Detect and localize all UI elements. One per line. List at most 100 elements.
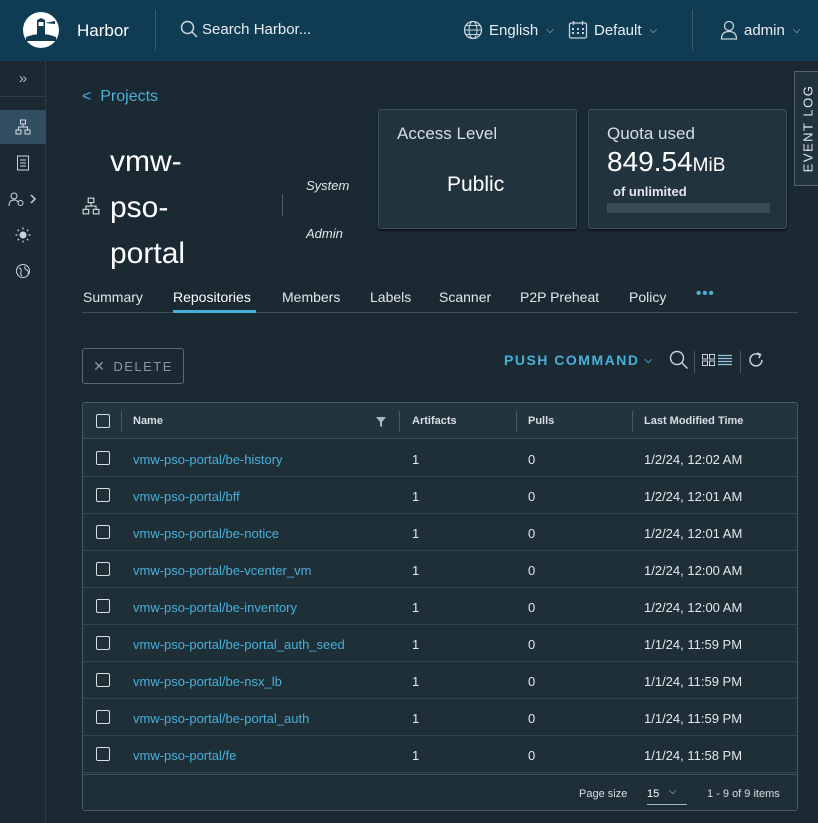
quota-title: Quota used xyxy=(607,124,695,143)
repository-name-link[interactable]: vmw-pso-portal/be-portal_auth_seed xyxy=(133,637,345,652)
project-name-line: portal xyxy=(110,237,186,270)
access-level-card: Access Level Public xyxy=(378,109,577,229)
tab-policy[interactable]: Policy xyxy=(629,289,666,305)
double-chevron-right-icon: » xyxy=(18,70,28,87)
last-modified-time: 1/2/24, 12:00 AM xyxy=(644,600,743,615)
row-checkbox[interactable] xyxy=(96,562,110,576)
search-icon[interactable] xyxy=(669,350,689,370)
pulls-count: 0 xyxy=(528,748,536,763)
artifacts-count: 1 xyxy=(412,452,420,467)
chevron-down-icon: ⌵ xyxy=(649,24,658,36)
sidebar-item-projects[interactable] xyxy=(0,110,46,144)
toolbar-divider xyxy=(740,351,741,373)
role-label: Admin xyxy=(306,226,343,241)
repository-name-link[interactable]: vmw-pso-portal/be-vcenter_vm xyxy=(133,563,311,578)
role-label: System xyxy=(306,178,350,193)
table-row: vmw-pso-portal/be-portal_auth 1 0 1/1/24, 1… xyxy=(83,699,797,736)
table-row: vmw-pso-portal/be-portal_auth_seed 1 0 1/1/… xyxy=(83,625,797,662)
sun-icon xyxy=(15,227,31,243)
row-checkbox[interactable] xyxy=(96,673,110,687)
pulls-count: 0 xyxy=(528,711,536,726)
breadcrumb[interactable]: < Projects xyxy=(82,88,158,106)
projects-icon xyxy=(15,119,31,135)
push-command-button[interactable]: PUSH COMMAND ⌵ xyxy=(504,352,654,368)
quota-card: Quota used 849.54MiB of unlimited xyxy=(588,109,787,229)
tab-p2p-preheat[interactable]: P2P Preheat xyxy=(520,289,599,305)
tabs-overflow-button[interactable]: ••• xyxy=(696,285,715,302)
column-header-artifacts[interactable]: Artifacts xyxy=(412,415,457,427)
tab-scanner[interactable]: Scanner xyxy=(439,289,491,305)
column-divider xyxy=(632,411,633,432)
column-divider xyxy=(516,411,517,432)
page-size-label: Page size xyxy=(579,788,628,800)
refresh-icon[interactable] xyxy=(747,351,765,369)
tab-summary[interactable]: Summary xyxy=(83,289,143,305)
table-footer: Page size 15 ⌵ 1 - 9 of 9 items xyxy=(83,774,797,810)
row-checkbox[interactable] xyxy=(96,636,110,650)
header-divider xyxy=(692,10,693,51)
table-row: vmw-pso-portal/be-notice 1 0 1/2/24, 12:01 … xyxy=(83,514,797,551)
row-checkbox[interactable] xyxy=(96,488,110,502)
pulls-count: 0 xyxy=(528,674,536,689)
table-header: Name Artifacts Pulls Last Modified Time xyxy=(83,403,797,439)
tab-members[interactable]: Members xyxy=(282,289,340,305)
last-modified-time: 1/1/24, 11:59 PM xyxy=(644,711,743,726)
sidebar-item-theme[interactable] xyxy=(0,218,46,252)
harbor-logo-icon[interactable] xyxy=(22,11,60,49)
pulls-count: 0 xyxy=(528,526,536,541)
app-header: Harbor Search Harbor... English ⌵ Defaul… xyxy=(0,0,818,61)
repository-name-link[interactable]: vmw-pso-portal/be-history xyxy=(133,452,283,467)
page-size-select[interactable]: 15 ⌵ xyxy=(647,785,687,805)
chevron-down-icon: ⌵ xyxy=(792,24,801,36)
table-row: vmw-pso-portal/fe 1 0 1/1/24, 11:58 PM xyxy=(83,736,797,773)
artifacts-count: 1 xyxy=(412,637,420,652)
select-all-checkbox[interactable] xyxy=(96,414,110,428)
tab-repositories[interactable]: Repositories xyxy=(173,289,251,305)
sidebar-collapse-button[interactable]: » xyxy=(0,61,46,97)
theme-selector[interactable]: Default ⌵ xyxy=(568,20,657,40)
repository-name-link[interactable]: vmw-pso-portal/be-notice xyxy=(133,526,279,541)
brand-name: Harbor xyxy=(77,21,129,40)
event-log-tab[interactable]: EVENT LOG xyxy=(794,71,818,186)
last-modified-time: 1/2/24, 12:02 AM xyxy=(644,452,743,467)
row-checkbox[interactable] xyxy=(96,599,110,613)
row-checkbox[interactable] xyxy=(96,451,110,465)
view-toggle-icon[interactable] xyxy=(702,354,733,366)
pulls-count: 0 xyxy=(528,637,536,652)
last-modified-time: 1/1/24, 11:58 PM xyxy=(644,748,743,763)
artifacts-count: 1 xyxy=(412,600,420,615)
delete-button[interactable]: ✕ DELETE xyxy=(82,348,184,384)
quota-amount: 849.54MiB xyxy=(607,146,725,178)
repository-name-link[interactable]: vmw-pso-portal/be-inventory xyxy=(133,600,297,615)
chevron-down-icon: ⌵ xyxy=(546,24,554,36)
repository-name-link[interactable]: vmw-pso-portal/be-portal_auth xyxy=(133,711,309,726)
close-icon: ✕ xyxy=(93,357,107,374)
last-modified-time: 1/2/24, 12:01 AM xyxy=(644,526,743,541)
search-input[interactable]: Search Harbor... xyxy=(202,21,311,38)
sidebar-item-administration[interactable] xyxy=(0,182,46,216)
table-row: vmw-pso-portal/be-vcenter_vm 1 0 1/2/24, 12… xyxy=(83,551,797,588)
quota-progress-bar xyxy=(607,203,770,213)
language-selector[interactable]: English ⌵ xyxy=(463,20,554,40)
api-globe-icon xyxy=(16,264,30,278)
artifacts-count: 1 xyxy=(412,526,420,541)
repository-name-link[interactable]: vmw-pso-portal/bff xyxy=(133,489,240,504)
globe-icon xyxy=(463,20,483,40)
sidebar-item-logs[interactable] xyxy=(0,146,46,180)
column-header-last-modified[interactable]: Last Modified Time xyxy=(644,415,743,427)
user-menu[interactable]: admin ⌵ xyxy=(720,20,800,40)
row-checkbox[interactable] xyxy=(96,710,110,724)
row-checkbox[interactable] xyxy=(96,747,110,761)
pulls-count: 0 xyxy=(528,452,536,467)
column-header-pulls[interactable]: Pulls xyxy=(528,415,554,427)
repository-name-link[interactable]: vmw-pso-portal/fe xyxy=(133,748,236,763)
column-header-name[interactable]: Name xyxy=(133,415,163,427)
tab-labels[interactable]: Labels xyxy=(370,289,411,305)
repository-name-link[interactable]: vmw-pso-portal/be-nsx_lb xyxy=(133,674,282,689)
sidebar-item-api[interactable] xyxy=(0,254,46,288)
filter-icon[interactable] xyxy=(376,417,386,427)
row-checkbox[interactable] xyxy=(96,525,110,539)
global-search[interactable]: Search Harbor... xyxy=(180,20,311,38)
breadcrumb-projects-link[interactable]: Projects xyxy=(100,88,158,105)
artifacts-count: 1 xyxy=(412,563,420,578)
